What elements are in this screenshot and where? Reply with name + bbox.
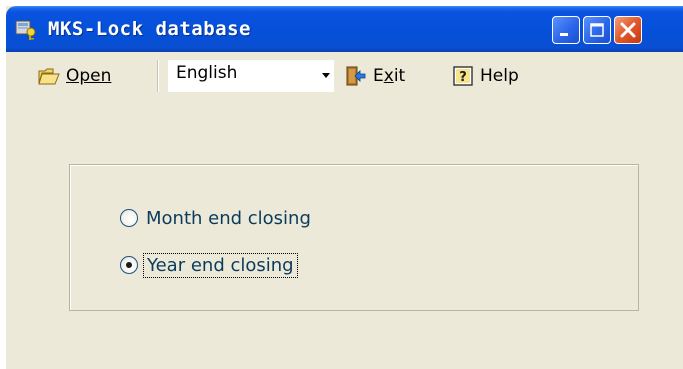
exit-button[interactable]: Exit	[345, 52, 405, 100]
year-end-label[interactable]: Year end closing	[143, 252, 298, 278]
language-select-value: English	[176, 63, 238, 83]
close-button[interactable]	[614, 16, 642, 44]
svg-text:?: ?	[459, 70, 467, 85]
app-window: MKS-Lock database Open English Exit ? He…	[6, 6, 683, 369]
exit-door-icon	[346, 66, 366, 86]
chevron-down-icon[interactable]	[322, 73, 330, 78]
help-label: Help	[480, 66, 519, 86]
maximize-icon	[590, 23, 604, 37]
title-bar[interactable]: MKS-Lock database	[6, 6, 683, 52]
month-end-closing-option[interactable]: Month end closing	[120, 202, 314, 234]
maximize-button[interactable]	[583, 16, 611, 44]
minimize-icon	[560, 33, 568, 36]
exit-label: Exit	[373, 66, 406, 86]
minimize-button[interactable]	[552, 16, 580, 44]
open-button[interactable]: Open	[38, 52, 111, 100]
toolbar-separator	[157, 60, 159, 92]
window-title: MKS-Lock database	[48, 18, 251, 40]
language-select[interactable]: English	[168, 60, 334, 92]
year-end-closing-option[interactable]: Year end closing	[120, 249, 298, 281]
open-label: Open	[66, 66, 112, 86]
help-icon: ?	[453, 66, 473, 86]
year-end-radio[interactable]	[120, 256, 138, 274]
radio-selected-dot	[126, 262, 132, 268]
month-end-label[interactable]: Month end closing	[143, 207, 314, 230]
help-button[interactable]: ? Help	[452, 52, 519, 100]
close-icon	[620, 22, 636, 38]
closing-options-group: Month end closing Year end closing	[69, 164, 639, 311]
folder-open-icon	[38, 68, 60, 85]
toolbar: Open English Exit ? Help	[6, 52, 683, 100]
month-end-radio[interactable]	[120, 209, 138, 227]
database-key-icon	[14, 17, 38, 41]
